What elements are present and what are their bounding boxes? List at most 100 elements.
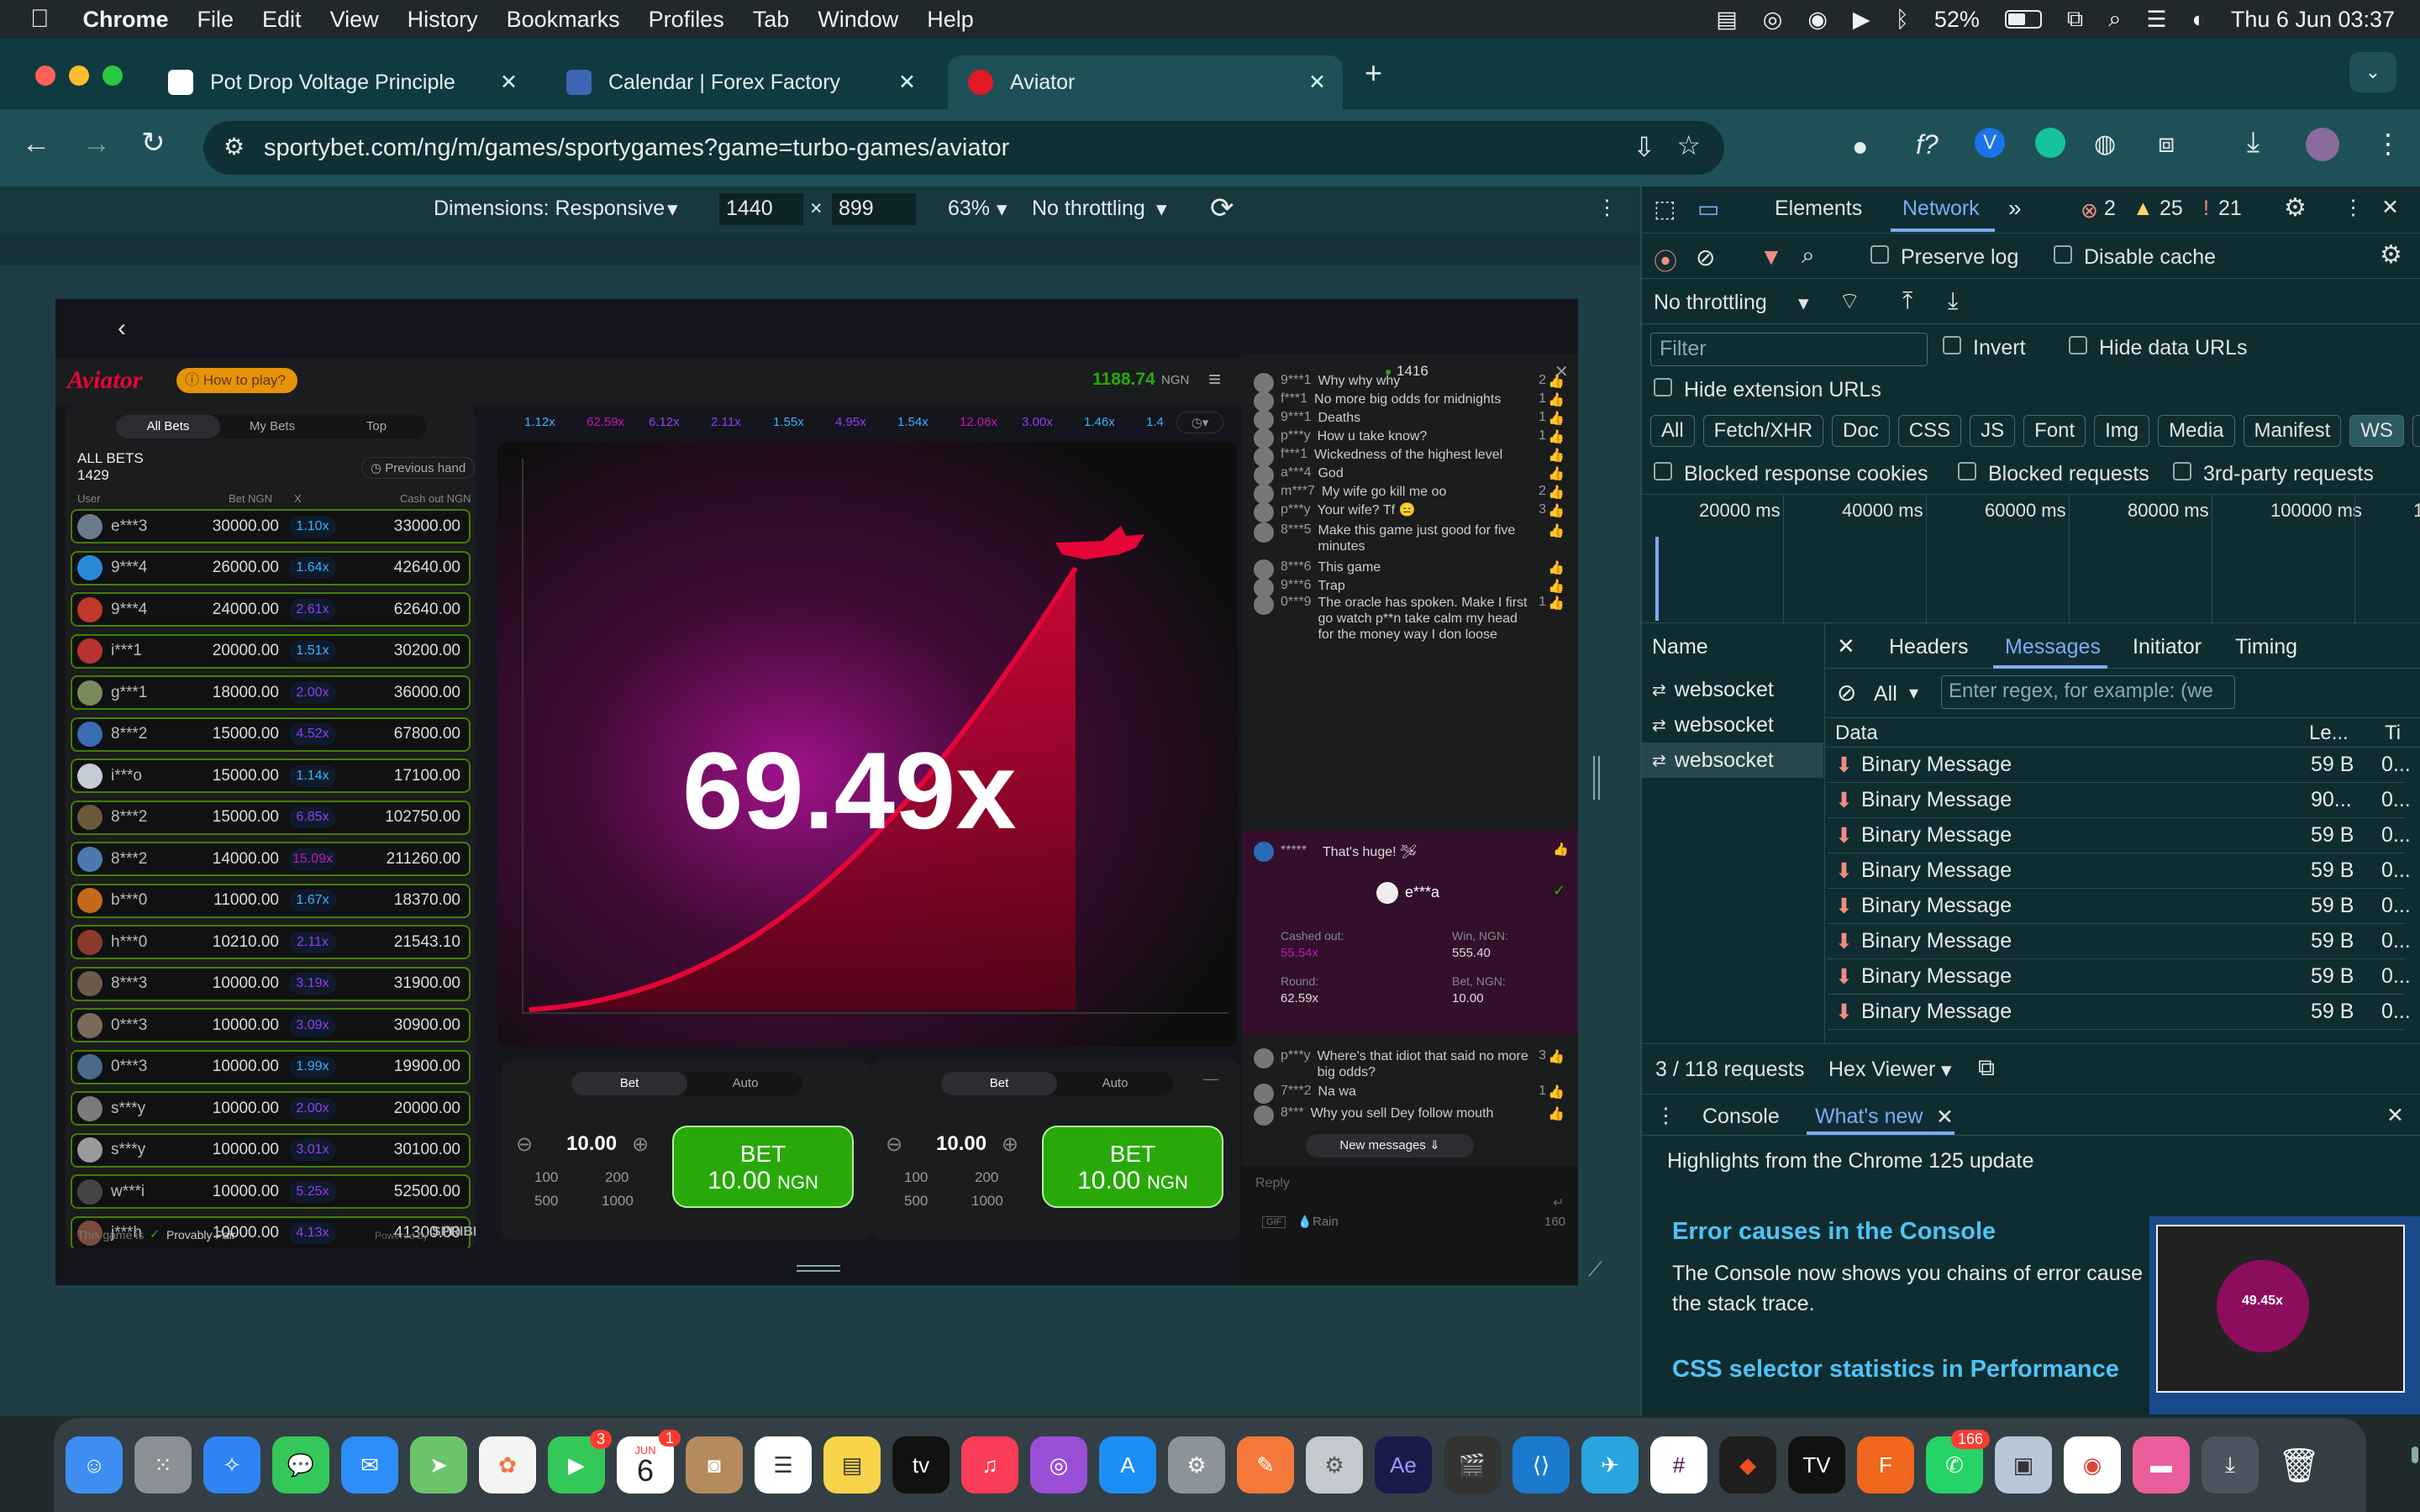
- clear-messages-icon[interactable]: ⊘: [1837, 679, 1856, 706]
- like-icon[interactable]: 👍: [1548, 1048, 1565, 1080]
- tab-console[interactable]: Console: [1702, 1105, 1780, 1129]
- import-har-icon[interactable]: ⤒: [1902, 287, 1912, 315]
- menu-app-name[interactable]: Chrome: [83, 7, 169, 33]
- like-icon[interactable]: 👍: [1548, 559, 1565, 580]
- final-cut-icon[interactable]: 🎬: [1444, 1436, 1501, 1494]
- quick-amount[interactable]: 100: [904, 1169, 928, 1186]
- hide-ext-urls-checkbox[interactable]: Hide extension URLs: [1654, 378, 1881, 402]
- inspect-element-icon[interactable]: ⬚: [1654, 195, 1676, 223]
- filter-icon[interactable]: ▼: [1760, 244, 1783, 270]
- search-icon[interactable]: ⌕: [1802, 242, 1815, 270]
- user-icon[interactable]: ◉: [1807, 7, 1828, 33]
- tab-all-bets[interactable]: All Bets: [116, 415, 220, 438]
- chrome-icon[interactable]: ◉: [2064, 1436, 2121, 1494]
- css-selector-stats-link[interactable]: CSS selector statistics in Performance: [1672, 1356, 2119, 1383]
- system-settings-icon[interactable]: ⚙: [1168, 1436, 1225, 1494]
- pencil-app-icon[interactable]: ✎: [1237, 1436, 1294, 1494]
- tradingview-icon[interactable]: TV: [1788, 1436, 1845, 1494]
- type-filter-was[interactable]: Was: [2412, 415, 2420, 447]
- bet-amount-input[interactable]: 10.00: [936, 1132, 986, 1156]
- close-tab-icon[interactable]: ✕: [1308, 70, 1326, 95]
- forward-button[interactable]: →: [82, 128, 111, 160]
- request-row[interactable]: ⇄ websocket: [1642, 707, 1823, 743]
- cookie-extension-icon[interactable]: ●: [1852, 131, 1868, 162]
- devtools-more-icon[interactable]: ⋮: [2343, 195, 2364, 220]
- podcasts-icon[interactable]: ◎: [1030, 1436, 1087, 1494]
- tab-top[interactable]: Top: [324, 415, 429, 438]
- blocked-cookies-checkbox[interactable]: Blocked response cookies: [1654, 462, 1928, 486]
- play-icon[interactable]: ▶: [1853, 7, 1870, 33]
- profile-avatar[interactable]: [2306, 128, 2339, 161]
- clock[interactable]: Thu 6 Jun 03:37: [2231, 7, 2395, 33]
- photos-icon[interactable]: ✿: [479, 1436, 536, 1494]
- minimize-window-button[interactable]: [69, 66, 89, 86]
- bluetooth-icon[interactable]: ᛒ: [1896, 7, 1909, 33]
- tab-pot-drop[interactable]: Pot Drop Voltage Principle ✕: [148, 55, 534, 109]
- maps-icon[interactable]: ➤: [410, 1436, 467, 1494]
- tab-forex-factory[interactable]: Calendar | Forex Factory ✕: [546, 55, 933, 109]
- timeline-overview[interactable]: 20000 ms 40000 ms 60000 ms 80000 ms 100000 m…: [1642, 494, 2420, 624]
- like-icon[interactable]: 👍: [1548, 502, 1565, 522]
- like-icon[interactable]: 👍: [1548, 410, 1565, 430]
- type-filter-js[interactable]: JS: [1970, 415, 2016, 447]
- drawer-menu-icon[interactable]: ⋮: [1655, 1103, 1676, 1128]
- zoom-select[interactable]: 63%: [948, 197, 990, 221]
- error-causes-link[interactable]: Error causes in the Console: [1672, 1218, 1996, 1246]
- tab-headers[interactable]: Headers: [1889, 635, 1969, 659]
- install-app-icon[interactable]: ⇩: [1633, 131, 1655, 163]
- contacts-icon[interactable]: ◙: [686, 1436, 743, 1494]
- close-window-button[interactable]: [35, 66, 55, 86]
- control-center-icon[interactable]: ☰: [2146, 7, 2166, 33]
- device-more-icon[interactable]: ⋮: [1597, 195, 1618, 220]
- devtools-settings-icon[interactable]: ⚙: [2284, 193, 2307, 223]
- type-filter-manifest[interactable]: Manifest: [2243, 415, 2342, 447]
- send-icon[interactable]: ↵: [1553, 1194, 1564, 1211]
- disable-cache-checkbox[interactable]: Disable cache: [2054, 245, 2216, 270]
- message-row[interactable]: ⬇ Binary Message 59 B 0...: [1827, 924, 2411, 959]
- width-input[interactable]: 1440: [719, 193, 803, 225]
- error-icon[interactable]: ⊗: [2081, 198, 2098, 223]
- extensions-icon[interactable]: ⧈: [2158, 128, 2175, 160]
- type-filter-img[interactable]: Img: [2094, 415, 2150, 447]
- menu-bookmarks[interactable]: Bookmarks: [507, 7, 620, 33]
- menu-window[interactable]: Window: [818, 7, 898, 33]
- tab-auto[interactable]: Auto: [687, 1072, 803, 1095]
- reminders-icon[interactable]: ☰: [755, 1436, 812, 1494]
- reply-box[interactable]: Reply ↵ GIF 💧 Rain 160: [1242, 1166, 1578, 1285]
- clear-icon[interactable]: ⊘: [1696, 244, 1715, 271]
- remove-panel-icon[interactable]: —: [1203, 1070, 1218, 1088]
- spotlight-search-icon[interactable]: ⌕: [2108, 6, 2121, 33]
- time-column-header[interactable]: Ti: [2385, 722, 2401, 745]
- launchpad-icon[interactable]: ⁙: [134, 1436, 192, 1494]
- export-har-icon[interactable]: ⤓: [1948, 287, 1958, 315]
- data-column-header[interactable]: Data: [1835, 722, 1878, 745]
- preserve-log-checkbox[interactable]: Preserve log: [1870, 245, 2018, 270]
- tab-my-bets[interactable]: My Bets: [220, 415, 324, 438]
- regex-filter-input[interactable]: Enter regex, for example: (we: [1941, 675, 2235, 709]
- type-filter-all[interactable]: All: [1650, 415, 1695, 447]
- messages-icon[interactable]: 💬: [272, 1436, 329, 1494]
- downloads-icon[interactable]: ⤓: [2247, 126, 2260, 159]
- network-conditions-icon[interactable]: ⌔: [1839, 287, 1860, 317]
- chrome-menu-icon[interactable]: ⋮: [2375, 128, 2402, 160]
- message-row[interactable]: ⬇ Binary Message 59 B 0...: [1827, 959, 2411, 995]
- tab-search-button[interactable]: ⌄: [2349, 52, 2396, 92]
- decrease-icon[interactable]: ⊖: [886, 1132, 902, 1157]
- close-tab-icon[interactable]: ✕: [898, 70, 916, 95]
- bet-button[interactable]: BET 10.00 NGN: [672, 1126, 854, 1208]
- screen-mirroring-icon[interactable]: ⧉: [2067, 6, 2083, 33]
- new-tab-button[interactable]: +: [1365, 55, 1382, 91]
- tab-bet[interactable]: Bet: [571, 1072, 687, 1095]
- apple-icon[interactable]: : [30, 5, 50, 34]
- calendar-icon[interactable]: JUN 6 1: [617, 1430, 681, 1494]
- quick-amount[interactable]: 100: [534, 1169, 558, 1186]
- third-party-checkbox[interactable]: 3rd-party requests: [2173, 462, 2374, 486]
- message-row[interactable]: ⬇ Binary Message 59 B 0...: [1827, 818, 2411, 853]
- message-row[interactable]: ⬇ Binary Message 59 B 0...: [1827, 853, 2411, 889]
- dimensions-select[interactable]: Dimensions: Responsive: [434, 197, 665, 221]
- type-filter-font[interactable]: Font: [2023, 415, 2086, 447]
- menu-edit[interactable]: Edit: [262, 7, 302, 33]
- display-icon[interactable]: ▤: [1716, 7, 1738, 33]
- preview-icon[interactable]: ▣: [1995, 1436, 2052, 1494]
- back-chevron-icon[interactable]: ‹: [118, 314, 126, 343]
